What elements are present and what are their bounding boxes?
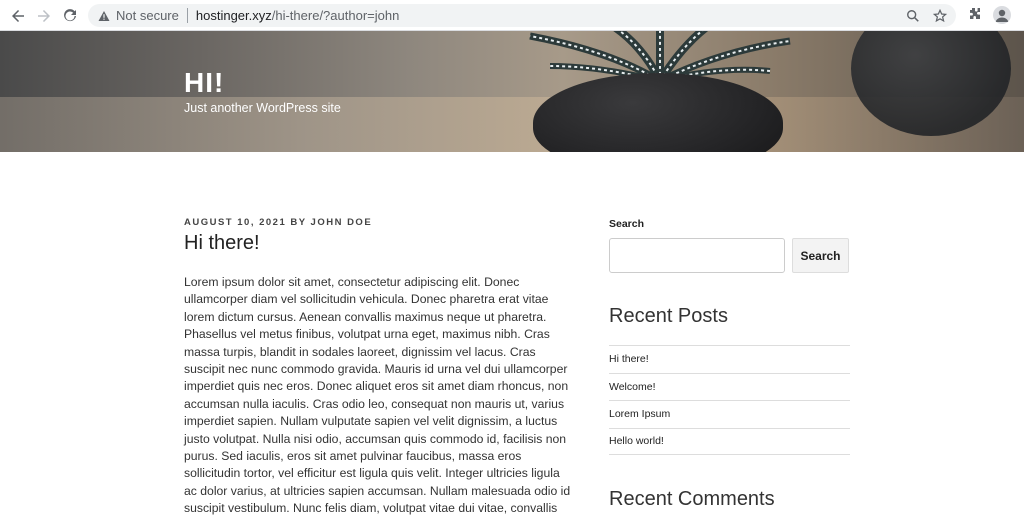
star-icon[interactable] (931, 7, 948, 24)
recent-comments-title: Recent Comments (609, 488, 775, 510)
site-description: Just another WordPress site (184, 101, 341, 115)
post-content: Lorem ipsum dolor sit amet, consectetur … (184, 275, 571, 516)
recent-post-link[interactable]: Hello world! (609, 427, 850, 455)
post-title: Hi there! (184, 232, 260, 254)
back-icon[interactable] (7, 5, 29, 27)
recent-posts-title: Recent Posts (609, 305, 728, 327)
recent-post-link[interactable]: Lorem Ipsum (609, 400, 850, 428)
search-button[interactable]: Search (792, 238, 849, 273)
url-path: /hi-there/?author=john (271, 8, 400, 23)
post-meta: AUGUST 10, 2021 BY JOHN DOE (184, 217, 373, 228)
forward-icon[interactable] (33, 5, 55, 27)
zoom-icon[interactable] (904, 7, 921, 24)
recent-post-link[interactable]: Welcome! (609, 372, 850, 401)
site-header-image: HI! Just another WordPress site (0, 31, 1024, 152)
profile-icon[interactable] (993, 6, 1011, 24)
recent-post-link[interactable]: Hi there! (609, 345, 850, 373)
extensions-icon[interactable] (966, 6, 984, 24)
url-host: hostinger.xyz (195, 8, 272, 23)
search-input[interactable] (609, 238, 785, 273)
site-title[interactable]: HI! (184, 67, 224, 99)
browser-toolbar: Not secure hostinger.xyz/hi-there/?autho… (0, 0, 1024, 31)
not-secure-label: Not secure (116, 8, 179, 23)
recent-posts-list: Hi there! Welcome! Lorem Ipsum Hello wor… (609, 345, 850, 455)
reload-icon[interactable] (59, 5, 81, 27)
search-widget-title: Search (609, 218, 645, 230)
omnibox-separator (186, 8, 188, 23)
warning-icon (98, 10, 110, 22)
address-bar[interactable]: Not secure hostinger.xyz/hi-there/?autho… (88, 4, 956, 27)
